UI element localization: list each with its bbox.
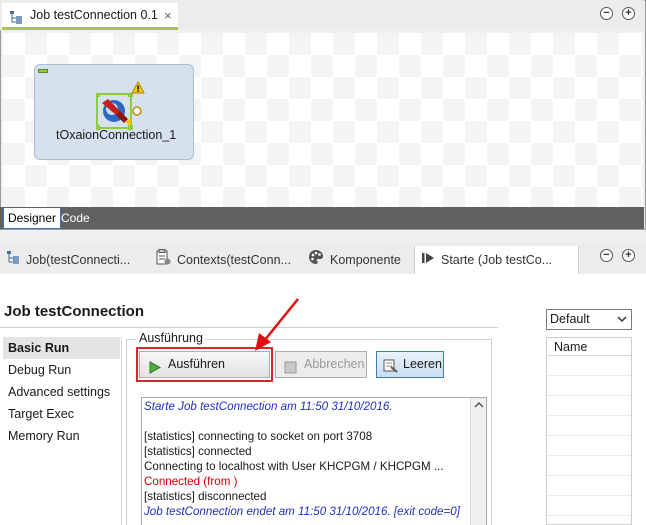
close-icon[interactable]: ×: [164, 3, 172, 28]
play-icon: [148, 358, 162, 383]
context-table-header: Name: [554, 340, 588, 354]
tab-designer[interactable]: Designer: [3, 208, 62, 229]
subjob-collapse-icon[interactable]: [38, 69, 48, 73]
menu-item-basic-run[interactable]: Basic Run: [3, 337, 120, 359]
job-icon: [9, 9, 23, 34]
run-button-label: Ausführen: [168, 357, 225, 371]
console-line: [statistics] connected: [144, 445, 252, 458]
scroll-up-icon[interactable]: [471, 398, 487, 412]
maximize-icon[interactable]: +: [622, 7, 635, 20]
context-select[interactable]: Default: [546, 309, 632, 330]
table-row: [547, 435, 631, 436]
clear-console-icon: [383, 357, 398, 382]
menu-item-target-exec[interactable]: Target Exec: [3, 403, 120, 425]
tab-code[interactable]: Code: [57, 208, 94, 229]
component-label: tOxaionConnection_1: [56, 128, 177, 142]
palette-icon: [308, 247, 324, 275]
tab-starte[interactable]: Starte (Job testCo...: [414, 246, 579, 274]
table-row: [547, 355, 631, 356]
table-row: [547, 415, 631, 416]
editor-tab-title: Job testConnection 0.1: [30, 8, 158, 22]
abort-button-label: Abbrechen: [304, 357, 365, 371]
tab-job-label: Job(testConnecti...: [26, 253, 131, 267]
job-icon: [6, 247, 20, 275]
console-line: Starte Job testConnection am 11:50 31/10…: [144, 400, 393, 413]
table-row: [547, 455, 631, 456]
table-row: [547, 395, 631, 396]
tab-contexts[interactable]: Contexts(testConn...: [155, 246, 291, 274]
run-icon: [421, 247, 435, 275]
menu-item-memory-run[interactable]: Memory Run: [3, 425, 120, 447]
context-table[interactable]: [546, 337, 632, 525]
table-row: [547, 375, 631, 376]
console-lines: Starte Job testConnection am 11:50 31/10…: [144, 399, 470, 519]
console-line: Connected (from ): [144, 475, 238, 488]
minimize-icon[interactable]: −: [600, 7, 613, 20]
chevron-down-icon: [617, 310, 627, 335]
table-row: [547, 495, 631, 496]
minimize-panel-icon[interactable]: −: [600, 249, 613, 262]
table-row: [547, 515, 631, 516]
warning-icon: [131, 80, 145, 97]
maximize-panel-icon[interactable]: +: [622, 249, 635, 262]
stop-icon: [284, 358, 297, 383]
context-select-value: Default: [550, 312, 590, 326]
designer-tab-bar: [0, 207, 644, 229]
tab-komponente[interactable]: Komponente: [308, 246, 401, 274]
contexts-icon: [155, 247, 171, 275]
menu-item-debug-run[interactable]: Debug Run: [3, 359, 120, 381]
clear-button-label: Leeren: [403, 357, 442, 371]
console-scrollbar[interactable]: [470, 398, 486, 525]
console-line: [statistics] disconnected: [144, 490, 267, 503]
tab-starte-label: Starte (Job testCo...: [441, 253, 553, 267]
run-panel-title: Job testConnection: [4, 303, 145, 320]
tab-contexts-label: Contexts(testConn...: [177, 253, 291, 267]
annotation-arrow-icon: [240, 295, 310, 358]
console-line: [statistics] connecting to socket on por…: [144, 430, 373, 443]
execution-group-label: Ausführung: [137, 331, 205, 345]
console-line: Connecting to localhost with User KHCPGM…: [144, 460, 444, 473]
editor-tab-job[interactable]: Job testConnection 0.1 ×: [2, 3, 178, 30]
clear-button[interactable]: Leeren: [376, 351, 444, 378]
menu-item-advanced-settings[interactable]: Advanced settings: [3, 381, 120, 403]
table-row: [547, 475, 631, 476]
tab-job[interactable]: Job(testConnecti...: [6, 246, 130, 274]
tab-komponente-label: Komponente: [330, 253, 401, 267]
console-line: Job testConnection endet am 11:50 31/10/…: [144, 505, 460, 518]
